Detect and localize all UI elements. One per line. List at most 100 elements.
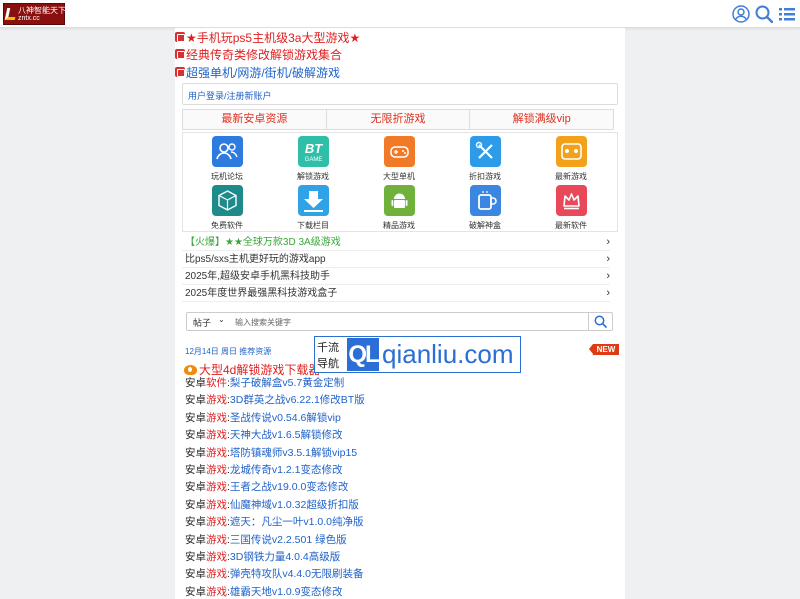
news-item[interactable]: 2025年度世界最强黑科技游戏盒子 › [182, 285, 610, 302]
game-platform: 安卓 [185, 463, 206, 476]
game-platform: 安卓 [185, 568, 206, 581]
grid-item-label: 免费软件 [211, 221, 243, 230]
game-kind: 游戏 [206, 498, 227, 511]
grid-item-downloads[interactable]: 下载栏目 [283, 185, 343, 233]
watermark-logo: 千流 导航 QL qianliu.com [314, 336, 521, 373]
grid-item-premium-games[interactable]: 精品游戏 [369, 185, 429, 233]
grid-item-forum[interactable]: 玩机论坛 [197, 136, 257, 184]
game-platform: 安卓 [185, 498, 206, 511]
chevron-right-icon: › [606, 270, 610, 282]
game-title: 王者之战v19.0.0变态修改 [229, 481, 349, 494]
grid-item-big-single[interactable]: 大型单机 [369, 136, 429, 184]
game-platform: 安卓 [185, 411, 206, 424]
game-list-item[interactable]: 安卓软件:梨子破解盒v5.7黄金定制 [185, 375, 615, 392]
header-actions [732, 5, 796, 23]
game-kind: 游戏 [206, 550, 227, 563]
game-platform: 安卓 [185, 446, 206, 459]
logo-mark-icon [4, 8, 18, 20]
controller-icon [556, 136, 587, 167]
news-text: 比ps5/sxs主机更好玩的游戏app [185, 254, 326, 265]
game-kind: 游戏 [206, 516, 227, 529]
headline-link-2[interactable]: 经典传奇类修改解锁游戏集合 [175, 46, 342, 62]
search-icon[interactable] [755, 5, 773, 23]
game-list-item[interactable]: 安卓游戏:仙魔神域v1.0.32超级折扣版 [185, 497, 615, 514]
cube-icon [212, 185, 243, 216]
download-icon [298, 185, 329, 216]
svg-text:BT: BT [305, 141, 323, 156]
menu-list-icon[interactable] [778, 5, 796, 23]
grid-item-label: 最新游戏 [555, 172, 587, 181]
game-list-item[interactable]: 安卓游戏:遮天：凡尘一叶v1.0.0纯净版 [185, 514, 615, 531]
game-platform: 安卓 [185, 429, 206, 442]
game-title: 天神大战v1.6.5解锁修改 [229, 429, 343, 442]
game-list-item[interactable]: 安卓游戏:3D群英之战v6.22.1修改BT版 [185, 392, 615, 409]
game-list-item[interactable]: 安卓游戏:3D钢铁力量4.0.4高级版 [185, 549, 615, 566]
game-list-item[interactable]: 安卓游戏:天神大战v1.6.5解锁修改 [185, 427, 615, 444]
game-list-item[interactable]: 安卓游戏:三国传说v2.2.501 绿色版 [185, 532, 615, 549]
grid-item-label: 折扣游戏 [469, 172, 501, 181]
game-kind: 游戏 [206, 429, 227, 442]
game-list-item[interactable]: 安卓游戏:弹壳特攻队v4.4.0无限刷装备 [185, 566, 615, 583]
login-register-box: 用户登录/注册新账户 [182, 83, 618, 105]
game-kind: 游戏 [206, 411, 227, 424]
search-input[interactable] [235, 315, 575, 329]
login-register-link[interactable]: 用户登录/注册新账户 [188, 89, 272, 102]
news-list: 【火爆】★★全球万款3D 3A级游戏 › 比ps5/sxs主机更好玩的游戏app… [182, 234, 610, 302]
forum-users-icon [212, 136, 243, 167]
tools-icon [470, 136, 501, 167]
logo-domain: zntx.cc [18, 15, 40, 22]
user-icon[interactable] [732, 5, 750, 23]
headline-link-3-text: 超强单机/网游/街机/破解游戏 [186, 65, 341, 80]
tag-icon [175, 49, 185, 59]
game-kind: 游戏 [206, 481, 227, 494]
grid-item-label: 玩机论坛 [211, 172, 243, 181]
site-logo[interactable]: 八神智能天下 zntx.cc [3, 3, 66, 25]
game-title: 3D群英之战v6.22.1修改BT版 [229, 394, 365, 407]
game-platform: 安卓 [185, 550, 206, 563]
game-kind: 游戏 [206, 533, 227, 546]
game-kind: 游戏 [206, 568, 227, 581]
game-platform: 安卓 [185, 516, 206, 529]
bt-game-icon: BT GAME [298, 136, 329, 167]
grid-item-label: 最新软件 [555, 221, 587, 230]
game-platform: 安卓 [185, 481, 206, 494]
tab-latest-android[interactable]: 最新安卓资源 [182, 109, 327, 130]
news-item[interactable]: 2025年,超级安卓手机黑科技助手 › [182, 268, 610, 285]
grid-item-crack-box[interactable]: 破解神盒 [455, 185, 515, 233]
grid-item-latest-games[interactable]: 最新游戏 [541, 136, 601, 184]
search-category-select[interactable]: 帖子 [193, 316, 211, 329]
headline-link-1[interactable]: ★手机玩ps5主机级3a大型游戏★ [175, 29, 360, 45]
tab-unlock-vip[interactable]: 解锁满级vip [470, 109, 615, 130]
game-list: 安卓软件:梨子破解盒v5.7黄金定制 安卓游戏:3D群英之战v6.22.1修改BT… [185, 375, 615, 599]
grid-item-unlock-games[interactable]: BT GAME 解锁游戏 [283, 136, 343, 184]
grid-item-label: 大型单机 [383, 172, 415, 181]
news-item[interactable]: 【火爆】★★全球万款3D 3A级游戏 › [182, 234, 610, 251]
watermark-cn-line1: 千流 [317, 341, 339, 354]
headline-link-3[interactable]: 超强单机/网游/街机/破解游戏 [175, 64, 340, 80]
game-list-item[interactable]: 安卓游戏:龙城传奇v1.2.1变态修改 [185, 462, 615, 479]
box-icon [470, 185, 501, 216]
game-title: 弹壳特攻队v4.4.0无限刷装备 [229, 568, 364, 581]
watermark-text: qianliu.com [382, 339, 514, 369]
game-list-item[interactable]: 安卓游戏:王者之战v19.0.0变态修改 [185, 479, 615, 496]
news-prefix: 【火爆】 [185, 237, 225, 248]
tab-unlimited-discount[interactable]: 无限折游戏 [326, 109, 471, 130]
grid-item-free-software[interactable]: 免费软件 [197, 185, 257, 233]
game-title: 龙城传奇v1.2.1变态修改 [229, 463, 343, 476]
news-text: 2025年,超级安卓手机黑科技助手 [185, 271, 331, 282]
search-button[interactable] [588, 313, 612, 330]
game-list-item[interactable]: 安卓游戏:圣战传说v0.54.6解锁vip [185, 410, 615, 427]
grid-item-label: 下载栏目 [297, 221, 329, 230]
game-title: 遮天：凡尘一叶v1.0.0纯净版 [229, 516, 364, 529]
grid-item-discount-games[interactable]: 折扣游戏 [455, 136, 515, 184]
game-list-item[interactable]: 安卓游戏:雄霸天地v1.0.9变态修改 [185, 584, 615, 599]
chevron-down-icon[interactable]: ⌄ [218, 315, 225, 324]
news-item[interactable]: 比ps5/sxs主机更好玩的游戏app › [182, 251, 610, 268]
game-platform: 安卓 [185, 394, 206, 407]
game-title: 仙魔神域v1.0.32超级折扣版 [229, 498, 359, 511]
game-title: 梨子破解盒v5.7黄金定制 [229, 377, 345, 389]
game-kind: 游戏 [206, 446, 227, 459]
nav-icon-grid: 玩机论坛 BT GAME 解锁游戏 大型单机 折扣游戏 最新游戏 免费软件 下载… [182, 132, 618, 232]
grid-item-latest-software[interactable]: 最新软件 [541, 185, 601, 233]
game-list-item[interactable]: 安卓游戏:塔防镇魂师v3.5.1解锁vip15 [185, 445, 615, 462]
